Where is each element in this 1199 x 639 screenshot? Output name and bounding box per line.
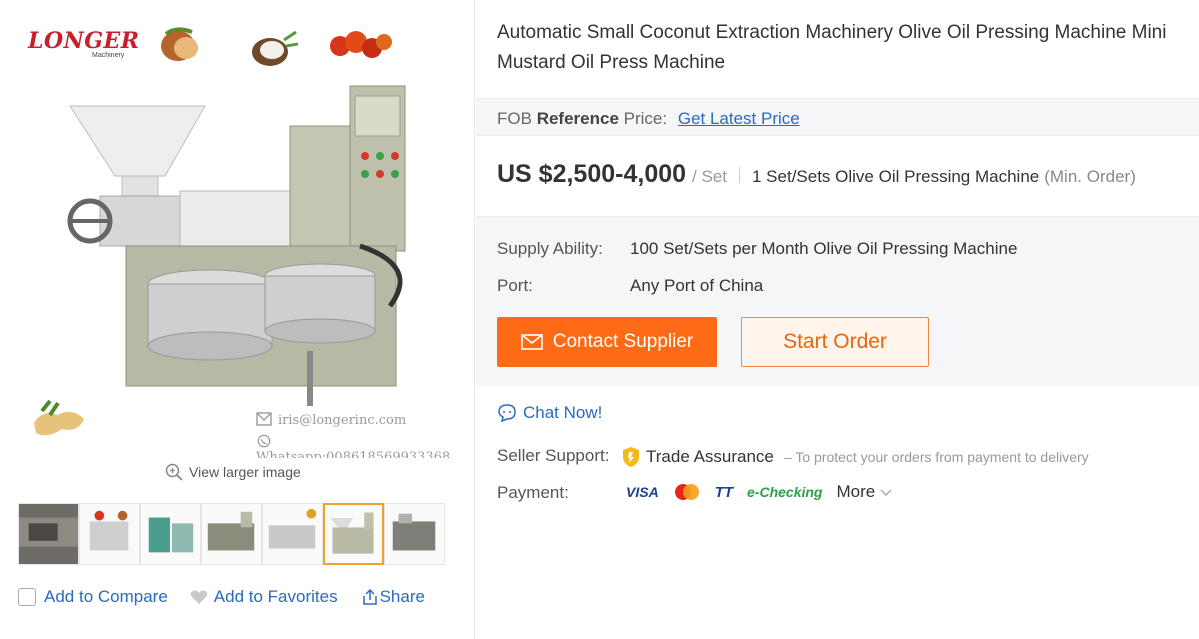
chat-icon (498, 404, 516, 423)
ref-bold: Reference (536, 109, 619, 128)
view-larger-image-link[interactable]: View larger image (165, 463, 301, 481)
trade-assurance-shield-icon (623, 447, 639, 467)
brand-logo: LONGER (28, 28, 140, 54)
trade-assurance[interactable]: Trade Assurance – To protect your orders… (621, 446, 1089, 468)
watermark-whatsapp: Whatsapp:008618569933368 (256, 434, 458, 458)
thumbnail-2[interactable] (79, 503, 140, 565)
start-order-label: Start Order (783, 330, 887, 353)
mail-icon (256, 412, 272, 426)
ref-prefix: FOB (497, 109, 532, 128)
supply-ability-value: 100 Set/Sets per Month Olive Oil Pressin… (630, 239, 1018, 258)
share-icon (362, 588, 377, 605)
trade-assurance-note: – To protect your orders from payment to… (783, 449, 1089, 465)
seller-support-label: Seller Support: (497, 446, 610, 465)
price-range: US $2,500-4,000 (497, 160, 687, 188)
min-order-value: 1 Set/Sets Olive Oil Pressing Machine (752, 167, 1040, 186)
view-larger-label: View larger image (189, 464, 301, 480)
thumbnail-strip (18, 503, 452, 565)
supply-details: Supply Ability: 100 Set/Sets per Month O… (476, 216, 1199, 386)
ref-suffix: Price: (623, 109, 668, 128)
product-title: Automatic Small Coconut Extraction Machi… (497, 22, 1167, 73)
heart-icon (190, 590, 208, 604)
supply-ability-label: Supply Ability: (497, 239, 603, 258)
product-gallery: LONGER Machinery iris@longerinc.com What… (0, 0, 475, 639)
echecking-icon: e-Checking (747, 484, 823, 500)
palm-fruit-icon (330, 31, 392, 58)
tt-icon: TT (714, 483, 734, 501)
more-label: More (836, 482, 876, 501)
watermark-email-text: iris@longerinc.com (278, 413, 407, 428)
price-row: US $2,500-4,000 / Set 1 Set/Sets Olive O… (497, 160, 1136, 189)
thumbnail-6-active[interactable] (323, 503, 384, 565)
reference-price-bar: FOB Reference Price: Get Latest Price (476, 98, 1199, 136)
thumbnail-5[interactable] (262, 503, 323, 565)
port-label: Port: (497, 276, 533, 295)
thumbnail-7[interactable] (384, 503, 445, 565)
coconut-icon (252, 30, 298, 66)
add-to-favorites[interactable]: Add to Favorites (190, 587, 338, 607)
price-divider (739, 166, 740, 183)
contact-supplier-label: Contact Supplier (552, 331, 694, 352)
share-label: Share (379, 587, 425, 606)
share-button[interactable]: Share (360, 587, 425, 607)
thumbnail-4[interactable] (201, 503, 262, 565)
compare-label: Add to Compare (44, 587, 168, 606)
contact-supplier-button[interactable]: Contact Supplier (497, 317, 717, 367)
compare-checkbox[interactable] (18, 588, 36, 606)
mastercard-icon (674, 484, 699, 500)
mail-icon (520, 334, 543, 350)
watermark-whatsapp-text: Whatsapp:008618569933368 (256, 450, 451, 458)
add-to-compare[interactable]: Add to Compare (18, 587, 168, 607)
hazelnut-icon (161, 27, 198, 61)
zoom-icon (165, 463, 183, 481)
whatsapp-icon (257, 434, 271, 448)
visa-icon: VISA (626, 484, 659, 500)
main-product-image[interactable]: LONGER Machinery iris@longerinc.com What… (18, 18, 458, 458)
get-latest-price-link[interactable]: Get Latest Price (678, 109, 800, 128)
start-order-button[interactable]: Start Order (741, 317, 929, 367)
reference-price-text: FOB Reference Price: Get Latest Price (497, 109, 800, 129)
payment-more-button[interactable]: More (836, 482, 893, 502)
favorites-label: Add to Favorites (213, 587, 338, 606)
thumbnail-1[interactable] (18, 503, 79, 565)
payment-methods: VISA TT e-Checking More (626, 482, 893, 502)
product-info-panel: Automatic Small Coconut Extraction Machi… (476, 0, 1199, 639)
product-actions: Add to Compare Add to Favorites Share (18, 587, 425, 607)
min-order-tag: (Min. Order) (1044, 167, 1136, 186)
port-value: Any Port of China (630, 276, 764, 295)
price-unit: / Set (692, 167, 727, 186)
thumbnail-3[interactable] (140, 503, 201, 565)
watermark-email: iris@longerinc.com (256, 412, 406, 428)
chat-now-label: Chat Now! (523, 403, 603, 422)
oil-press-machine-image (67, 85, 406, 406)
chevron-down-icon (880, 489, 892, 497)
chat-now-link[interactable]: Chat Now! (497, 403, 602, 423)
payment-label: Payment: (497, 483, 569, 502)
trade-assurance-label: Trade Assurance (646, 447, 774, 466)
brand-logo-sub: Machinery (92, 52, 125, 59)
